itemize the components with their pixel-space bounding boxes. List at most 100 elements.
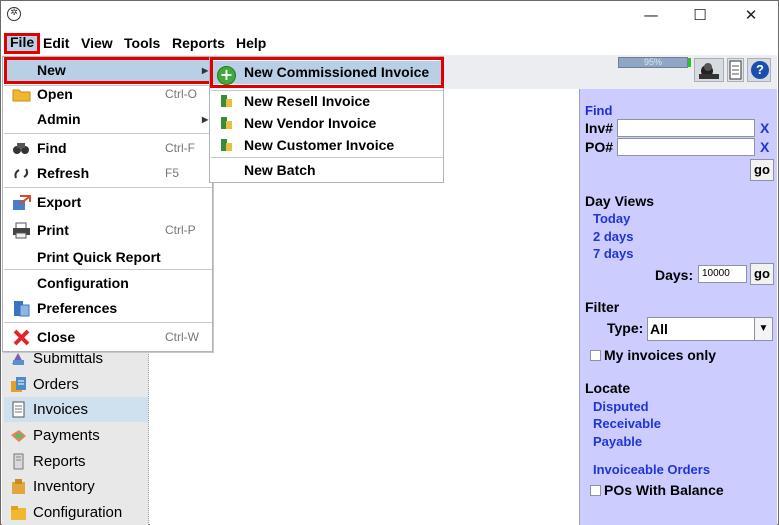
preferences-icon <box>14 301 30 317</box>
menu-item-label: Export <box>37 194 82 210</box>
inventory-icon <box>12 479 25 494</box>
po-label: PO# <box>585 139 614 155</box>
menu-file[interactable]: File <box>4 33 41 54</box>
nav-item-label: Payments <box>33 427 100 444</box>
nav-item-configuration[interactable]: Configuration <box>4 500 148 525</box>
file-menu-dropdown: New ▶ Open Ctrl-O Admin ▶ Find Ctrl-F Re… <box>2 56 213 352</box>
app-window: ✲ — ☐ ✕ File Edit View Tools Reports Hel… <box>0 0 779 525</box>
pos-with-balance-label[interactable]: POs With Balance <box>604 482 724 498</box>
menu-item-label: New Batch <box>244 162 316 178</box>
nav-item-payments[interactable]: Payments <box>4 423 148 448</box>
menu-reports[interactable]: Reports <box>169 34 228 53</box>
day-views-heading: Day Views <box>585 193 655 209</box>
locate-receivable-link[interactable]: Receivable <box>593 416 661 431</box>
new-customer-invoice-item[interactable]: New Customer Invoice <box>211 134 443 156</box>
payments-icon <box>11 430 26 442</box>
day-view-2-days-link[interactable]: 2 days <box>593 229 633 244</box>
minimize-button[interactable]: — <box>628 3 674 29</box>
invoice-icon <box>221 117 232 129</box>
maximize-button[interactable]: ☐ <box>677 3 723 29</box>
type-label: Type: <box>607 320 644 336</box>
file-menu-close[interactable]: Close Ctrl-W <box>4 325 212 350</box>
nav-item-label: Orders <box>33 376 79 393</box>
type-select-value: All <box>650 321 668 337</box>
file-menu-print-quick-report[interactable]: Print Quick Report <box>4 245 212 270</box>
nav-item-inventory[interactable]: Inventory <box>4 474 148 499</box>
menu-item-shortcut: Ctrl-P <box>165 223 196 237</box>
locate-disputed-link[interactable]: Disputed <box>593 399 649 414</box>
menu-item-shortcut: F5 <box>165 166 180 180</box>
highlight-outline <box>4 57 213 84</box>
file-menu-export[interactable]: Export <box>4 190 212 215</box>
chevron-down-icon[interactable]: ▼ <box>754 318 772 340</box>
menu-item-label: Print <box>37 222 69 238</box>
nav-item-orders[interactable]: Orders <box>4 372 148 397</box>
refresh-icon <box>14 168 29 179</box>
find-go-button[interactable]: go <box>750 159 774 181</box>
days-input[interactable]: 10000 <box>698 265 747 283</box>
configuration-icon <box>11 506 26 520</box>
orders-icon <box>11 377 26 392</box>
locate-payable-link[interactable]: Payable <box>593 434 642 449</box>
new-vendor-invoice-item[interactable]: New Vendor Invoice <box>211 112 443 134</box>
menu-item-shortcut: Ctrl-W <box>165 330 199 344</box>
po-number-input[interactable] <box>617 138 755 156</box>
export-icon <box>13 195 31 210</box>
clear-po-button[interactable]: X <box>760 139 769 155</box>
close-x-icon <box>13 329 30 346</box>
file-menu-find[interactable]: Find Ctrl-F <box>4 136 212 161</box>
inv-number-input[interactable] <box>617 119 755 137</box>
type-select[interactable]: All ▼ <box>647 317 773 341</box>
invoices-icon <box>12 401 25 418</box>
days-label: Days: <box>655 267 694 283</box>
folder-icon <box>12 89 31 102</box>
invoiceable-orders-link[interactable]: Invoiceable Orders <box>593 462 710 477</box>
days-go-button[interactable]: go <box>750 263 774 285</box>
menu-help[interactable]: Help <box>233 34 269 53</box>
user-tool-icon[interactable] <box>694 58 724 82</box>
my-invoices-only-checkbox[interactable] <box>590 350 601 361</box>
submittals-icon <box>12 353 24 365</box>
menu-item-label: Refresh <box>37 165 90 181</box>
file-menu-configuration[interactable]: Configuration <box>4 271 212 296</box>
help-button[interactable]: ? <box>747 58 771 82</box>
menu-view[interactable]: View <box>78 34 116 53</box>
menu-bar: File Edit View Tools Reports Help <box>1 32 778 54</box>
menu-item-label: Open <box>37 86 73 102</box>
menu-edit[interactable]: Edit <box>40 34 72 53</box>
notepad-icon[interactable] <box>727 58 744 82</box>
binoculars-icon <box>13 143 29 154</box>
nav-item-reports[interactable]: Reports <box>4 449 148 474</box>
file-menu-refresh[interactable]: Refresh F5 <box>4 161 212 186</box>
memory-usage-label: 95% <box>643 57 662 67</box>
menu-item-shortcut: Ctrl-O <box>165 87 197 101</box>
printer-icon <box>13 222 30 239</box>
menu-item-label: Close <box>37 329 76 345</box>
menu-item-label: Admin <box>37 111 81 127</box>
day-view-today-link[interactable]: Today <box>593 211 630 226</box>
file-menu-print[interactable]: Print Ctrl-P <box>4 218 212 243</box>
close-window-button[interactable]: ✕ <box>728 3 774 29</box>
nav-item-invoices[interactable]: Invoices <box>4 397 148 422</box>
menu-item-shortcut: Ctrl-F <box>165 141 195 155</box>
day-view-7-days-link[interactable]: 7 days <box>593 246 633 261</box>
highlight-outline <box>210 57 444 88</box>
my-invoices-only-label[interactable]: My invoices only <box>604 347 716 363</box>
new-resell-invoice-item[interactable]: New Resell Invoice <box>211 90 443 112</box>
inv-label: Inv# <box>585 120 614 136</box>
menu-item-label: Preferences <box>37 300 118 316</box>
menu-separator <box>4 322 212 323</box>
menu-separator <box>4 187 212 188</box>
nav-item-label: Submittals <box>33 350 104 367</box>
menu-tools[interactable]: Tools <box>121 34 163 53</box>
pos-with-balance-checkbox[interactable] <box>590 485 601 496</box>
submenu-arrow-icon: ▶ <box>202 115 209 124</box>
file-menu-preferences[interactable]: Preferences <box>4 296 212 321</box>
new-batch-item[interactable]: New Batch <box>211 159 443 181</box>
find-heading: Find <box>585 103 613 118</box>
file-menu-open[interactable]: Open Ctrl-O <box>4 82 212 107</box>
new-submenu: + New Commissioned Invoice New Resell In… <box>209 56 444 183</box>
clear-inv-button[interactable]: X <box>760 120 769 136</box>
file-menu-admin[interactable]: Admin ▶ <box>4 107 212 132</box>
menu-separator <box>211 157 443 158</box>
